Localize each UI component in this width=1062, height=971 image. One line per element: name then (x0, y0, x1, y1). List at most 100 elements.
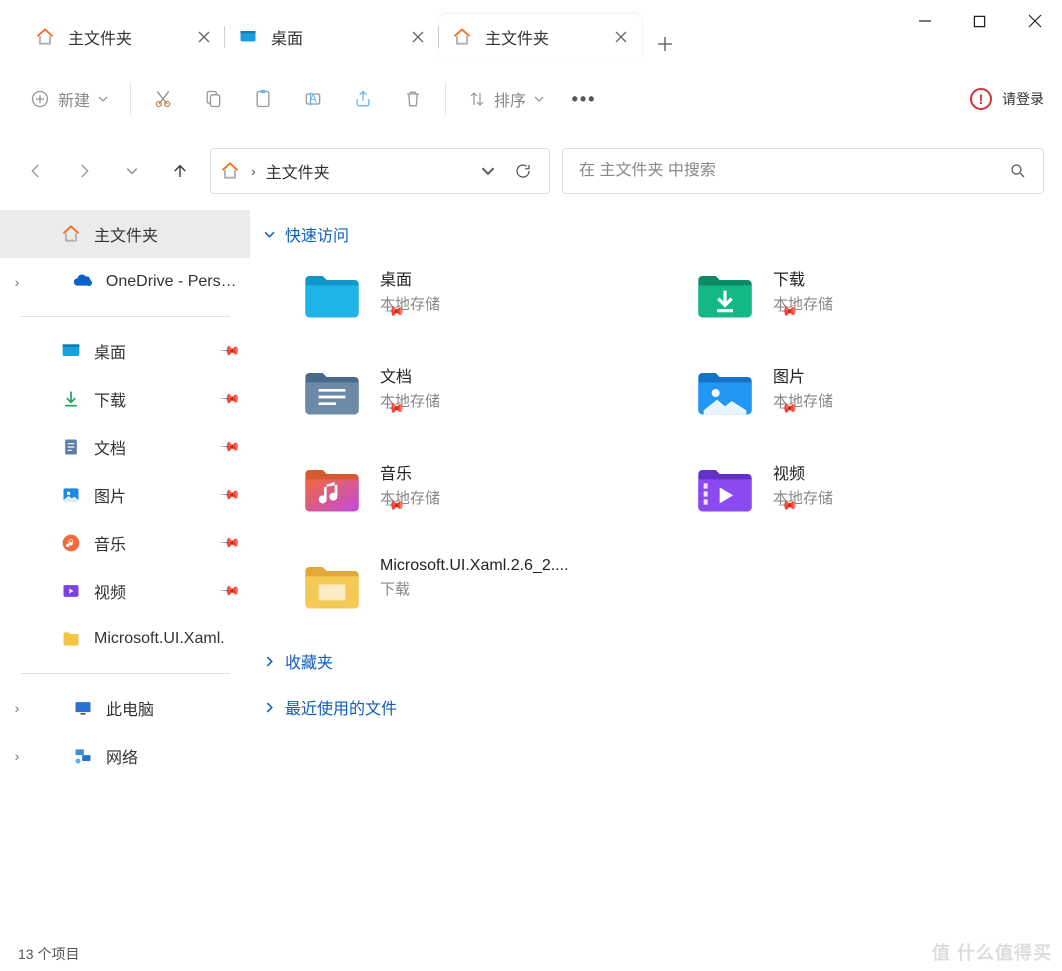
pin-icon: 📌 (219, 580, 242, 603)
more-button[interactable]: ••• (562, 77, 606, 121)
login-button[interactable]: ! 请登录 (970, 88, 1044, 110)
close-icon[interactable] (614, 30, 628, 44)
tile-downloads[interactable]: 下载本地存储📌 (689, 260, 1052, 339)
toolbar: 新建 A 排序 ••• ! 请登录 (0, 60, 1062, 138)
chevron-right-icon[interactable]: › (8, 748, 26, 764)
tile-grid: 桌面本地存储📌 下载本地存储📌 文档本地存储📌 图片本地存储📌 音乐本地存储📌 … (296, 260, 1052, 623)
sort-label: 排序 (494, 87, 526, 111)
tile-sub: 下载 (380, 578, 569, 599)
chevron-down-icon[interactable] (481, 164, 495, 178)
sidebar-item-label: Microsoft.UI.Xaml. (94, 630, 225, 648)
video-folder-icon (693, 458, 757, 522)
chevron-right-icon (264, 702, 275, 713)
search-icon[interactable] (1009, 162, 1027, 180)
minimize-button[interactable] (897, 0, 952, 42)
sort-button[interactable]: 排序 (456, 77, 556, 121)
folder-icon (300, 555, 364, 619)
sidebar-item-home[interactable]: 主文件夹 (0, 210, 250, 258)
search-bar[interactable] (562, 148, 1044, 194)
sidebar-item-xaml[interactable]: Microsoft.UI.Xaml. (0, 615, 250, 663)
download-icon (60, 388, 82, 410)
copy-button[interactable] (191, 77, 235, 121)
tile-name: 音乐 (380, 460, 440, 484)
music-folder-icon (300, 458, 364, 522)
titlebar: 主文件夹 桌面 主文件夹 (0, 0, 1062, 60)
sidebar-item-downloads[interactable]: 下载📌 (0, 375, 250, 423)
sidebar-item-label: 主文件夹 (94, 222, 158, 246)
sidebar-item-pc[interactable]: › 此电脑 (0, 684, 250, 732)
maximize-button[interactable] (952, 0, 1007, 42)
home-icon (219, 160, 241, 182)
chevron-right-icon[interactable]: › (8, 274, 26, 290)
up-button[interactable] (162, 153, 198, 189)
desktop-icon (237, 26, 259, 48)
cut-button[interactable] (141, 77, 185, 121)
tab-label: 主文件夹 (68, 25, 132, 49)
recent-dropdown[interactable] (114, 153, 150, 189)
window-controls (897, 0, 1062, 42)
delete-button[interactable] (391, 77, 435, 121)
sidebar-item-desktop[interactable]: 桌面 📌 (0, 327, 250, 375)
tab-home-1[interactable]: 主文件夹 (22, 14, 225, 60)
home-icon (451, 26, 473, 48)
status-text: 13 个项目 (18, 944, 79, 964)
search-input[interactable] (579, 162, 1009, 180)
tile-video[interactable]: 视频本地存储📌 (689, 454, 1052, 533)
pin-icon: 📌 (219, 340, 242, 363)
refresh-button[interactable] (505, 153, 541, 189)
pictures-folder-icon (693, 361, 757, 425)
close-icon[interactable] (197, 30, 211, 44)
section-label: 快速访问 (285, 222, 349, 246)
back-button[interactable] (18, 153, 54, 189)
tile-documents[interactable]: 文档本地存储📌 (296, 357, 659, 436)
chevron-down-icon (98, 94, 108, 104)
section-favorites[interactable]: 收藏夹 (260, 649, 1052, 673)
onedrive-icon (72, 271, 94, 293)
sidebar: 主文件夹 › OneDrive - Person 桌面📌 下载📌 文档📌 图片📌… (0, 204, 250, 937)
section-label: 最近使用的文件 (285, 695, 397, 719)
watermark: 值 什么值得买 (932, 939, 1052, 965)
new-button[interactable]: 新建 (18, 77, 120, 121)
tab-home-2[interactable]: 主文件夹 (439, 14, 642, 60)
paste-button[interactable] (241, 77, 285, 121)
sidebar-item-music[interactable]: 音乐📌 (0, 519, 250, 567)
tile-music[interactable]: 音乐本地存储📌 (296, 454, 659, 533)
tile-pictures[interactable]: 图片本地存储📌 (689, 357, 1052, 436)
rename-button[interactable]: A (291, 77, 335, 121)
tile-name: 视频 (773, 460, 833, 484)
address-bar[interactable]: › 主文件夹 (210, 148, 550, 194)
new-label: 新建 (58, 87, 90, 111)
sidebar-item-onedrive[interactable]: › OneDrive - Person (0, 258, 250, 306)
pin-icon: 📌 (219, 436, 242, 459)
tab-label: 桌面 (271, 25, 303, 49)
sidebar-item-documents[interactable]: 文档📌 (0, 423, 250, 471)
tile-desktop[interactable]: 桌面本地存储📌 (296, 260, 659, 339)
tile-xaml[interactable]: Microsoft.UI.Xaml.2.6_2....下载 (296, 551, 659, 623)
new-tab-button[interactable] (642, 28, 688, 60)
section-quick-access[interactable]: 快速访问 (260, 222, 1052, 246)
sidebar-item-pictures[interactable]: 图片📌 (0, 471, 250, 519)
network-icon (72, 745, 94, 767)
pin-icon: 📌 (219, 532, 242, 555)
close-icon[interactable] (411, 30, 425, 44)
tab-strip: 主文件夹 桌面 主文件夹 (0, 0, 688, 60)
breadcrumb-label[interactable]: 主文件夹 (266, 159, 330, 183)
plus-circle-icon (30, 89, 50, 109)
forward-button[interactable] (66, 153, 102, 189)
tile-name: 图片 (773, 363, 833, 387)
sidebar-item-label: 此电脑 (106, 696, 154, 720)
body: 主文件夹 › OneDrive - Person 桌面📌 下载📌 文档📌 图片📌… (0, 204, 1062, 937)
sidebar-item-video[interactable]: 视频📌 (0, 567, 250, 615)
sidebar-item-label: 下载 (94, 387, 126, 411)
section-recent[interactable]: 最近使用的文件 (260, 695, 1052, 719)
close-window-button[interactable] (1007, 0, 1062, 42)
sidebar-item-network[interactable]: ›网络 (0, 732, 250, 780)
dots-icon: ••• (572, 89, 597, 110)
desktop-folder-icon (300, 264, 364, 328)
share-button[interactable] (341, 77, 385, 121)
tile-name: 文档 (380, 363, 440, 387)
chevron-right-icon[interactable]: › (8, 700, 26, 716)
status-bar: 13 个项目 (0, 937, 1062, 971)
tab-desktop[interactable]: 桌面 (225, 14, 439, 60)
sidebar-item-label: 桌面 (94, 339, 126, 363)
